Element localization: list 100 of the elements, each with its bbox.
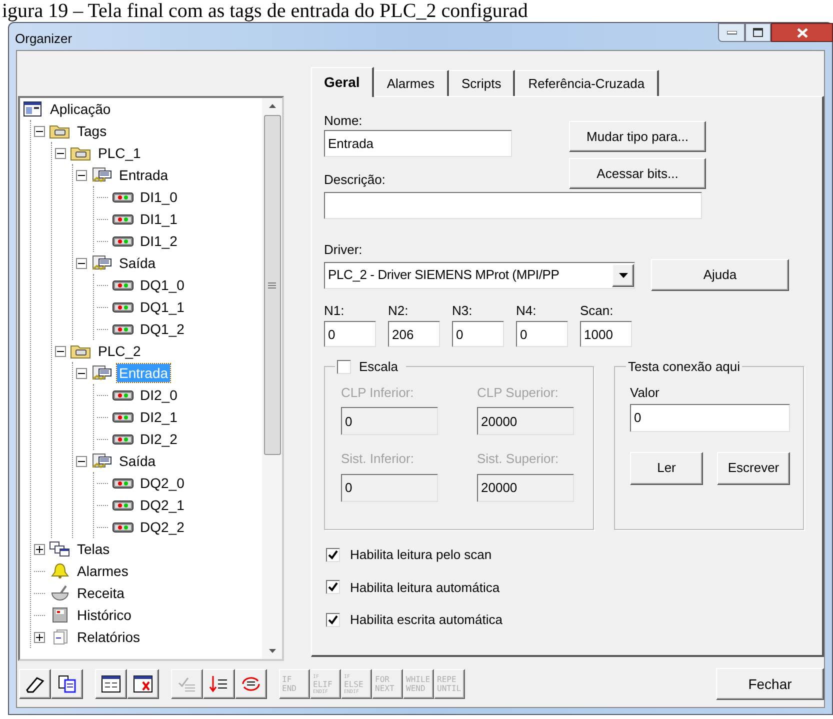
tag-group-icon [91, 365, 113, 381]
collapse-box[interactable] [55, 346, 66, 356]
tree-item[interactable]: PLC_2 [96, 342, 143, 360]
eraser-icon [24, 674, 46, 694]
tree-item[interactable]: DI1_2 [138, 232, 180, 250]
tree-item[interactable]: Saída [117, 254, 158, 272]
option-checkbox[interactable] [326, 580, 340, 594]
tag-group-icon [91, 255, 113, 271]
collapse-box[interactable] [55, 148, 66, 158]
option-checkbox[interactable] [326, 548, 340, 562]
refresh-icon [240, 674, 262, 694]
field-label: Nome: [324, 112, 364, 128]
tab[interactable]: Referência-Cruzada [515, 70, 659, 96]
mortar-icon [49, 585, 71, 601]
maximize-button[interactable] [745, 23, 771, 42]
scrollbar[interactable] [262, 98, 282, 659]
field-label: CLP Inferior: [341, 384, 415, 402]
collapse-box[interactable] [76, 258, 87, 268]
field-label: CLP Superior: [477, 384, 560, 402]
scroll-up-icon [268, 104, 276, 108]
value-field[interactable]: 0 [630, 404, 790, 432]
caption: igura 19 – Tela final com as tags de entrada do PLC_2 configurad [1, 0, 528, 22]
tree-item[interactable]: DQ2_1 [138, 496, 186, 514]
tree-item[interactable]: DI2_2 [138, 430, 180, 448]
field-label: Sist. Superior: [477, 450, 560, 468]
tree-item[interactable]: DI1_0 [138, 188, 180, 206]
tab[interactable]: Scripts [448, 70, 516, 96]
address-field[interactable]: 0 [452, 321, 504, 347]
tree-item[interactable]: Tags [75, 122, 109, 140]
driver-dropdown[interactable]: PLC_2 - Driver SIEMENS MProt (MPI/PP [324, 262, 635, 288]
dropdown-arrow-icon [618, 272, 628, 278]
sort-down-icon [208, 674, 230, 694]
address-field[interactable]: 1000 [580, 321, 632, 347]
address-field[interactable]: 206 [388, 321, 440, 347]
tree-item[interactable]: DQ1_0 [138, 276, 186, 294]
table-delete-icon [132, 674, 154, 694]
checkbox-label: Escala [359, 358, 400, 376]
expand-box[interactable] [34, 544, 45, 554]
tree-item[interactable]: Aplicação [48, 98, 113, 120]
field-label: Sist. Inferior: [341, 450, 415, 468]
toolbar-button[interactable] [235, 669, 267, 699]
close-button[interactable] [771, 23, 833, 42]
tree-item[interactable]: DI1_1 [138, 210, 180, 228]
plus-icon [36, 634, 43, 640]
toolbar-button[interactable] [95, 669, 127, 699]
help-button[interactable]: Ajuda [651, 259, 789, 291]
name-field[interactable]: Entrada [324, 130, 512, 157]
tree-item[interactable]: Saída [117, 452, 158, 470]
tree-item[interactable]: DQ1_1 [138, 298, 186, 316]
tree-item[interactable]: Receita [75, 584, 126, 602]
collapse-box[interactable] [76, 368, 87, 378]
collapse-box[interactable] [76, 170, 87, 180]
tree-item[interactable]: Telas [75, 540, 112, 558]
close-dialog-button[interactable]: Fechar [716, 668, 824, 700]
tab[interactable]: Geral [311, 67, 374, 97]
checkbox-label: Habilita leitura automática [350, 578, 500, 596]
collapse-box[interactable] [76, 456, 87, 466]
checkbox-label: Habilita leitura pelo scan [350, 546, 492, 564]
tag-group-icon [91, 167, 113, 183]
tree-item[interactable]: DI2_1 [138, 408, 180, 426]
change-type-button[interactable]: Mudar tipo para... [569, 121, 706, 152]
table-icon [100, 674, 122, 694]
folder-icon [49, 123, 71, 139]
tree-item[interactable]: DI2_0 [138, 386, 180, 404]
tag-group-icon [91, 453, 113, 469]
toolbar-button[interactable] [127, 669, 159, 699]
windows-icon [49, 541, 71, 557]
option-checkbox[interactable] [326, 612, 340, 627]
tree-item[interactable]: PLC_1 [96, 144, 143, 162]
scrollbar-thumb[interactable] [264, 115, 280, 455]
collapse-box[interactable] [34, 126, 45, 136]
tree-item[interactable]: Alarmes [75, 562, 130, 580]
field-label: N1: [324, 302, 346, 318]
tree-item[interactable]: DQ2_0 [138, 474, 186, 492]
scale-checkbox[interactable] [337, 360, 351, 374]
access-bits-button[interactable]: Acessar bits... [569, 158, 706, 189]
tree-item[interactable]: DQ2_2 [138, 518, 186, 536]
tab[interactable]: Alarmes [374, 70, 448, 96]
toolbar-button[interactable] [51, 669, 83, 699]
tree-item[interactable]: Relatórios [75, 628, 142, 646]
tree-item[interactable]: DQ1_2 [138, 320, 186, 338]
address-field[interactable]: 0 [324, 321, 376, 347]
field-label: N3: [452, 302, 474, 318]
checkmark-icon [328, 582, 338, 592]
action-button[interactable]: Ler [630, 452, 703, 484]
address-field[interactable]: 0 [516, 321, 568, 347]
expand-box[interactable] [34, 632, 45, 642]
action-button[interactable]: Escrever [717, 452, 790, 484]
minimize-button[interactable] [718, 23, 745, 42]
tree-item[interactable]: Entrada [117, 166, 170, 184]
field-label: N4: [516, 302, 538, 318]
description-field[interactable] [324, 192, 702, 219]
checkmark-icon [328, 614, 338, 625]
grip-icon [268, 282, 276, 288]
toolbar-button[interactable] [203, 669, 235, 699]
folder-icon [70, 145, 92, 161]
tree-item[interactable]: Histórico [75, 606, 134, 624]
checkbox-label: Habilita escrita automática [350, 611, 502, 629]
toolbar-button[interactable] [19, 669, 51, 699]
scroll-down-icon [268, 649, 276, 653]
